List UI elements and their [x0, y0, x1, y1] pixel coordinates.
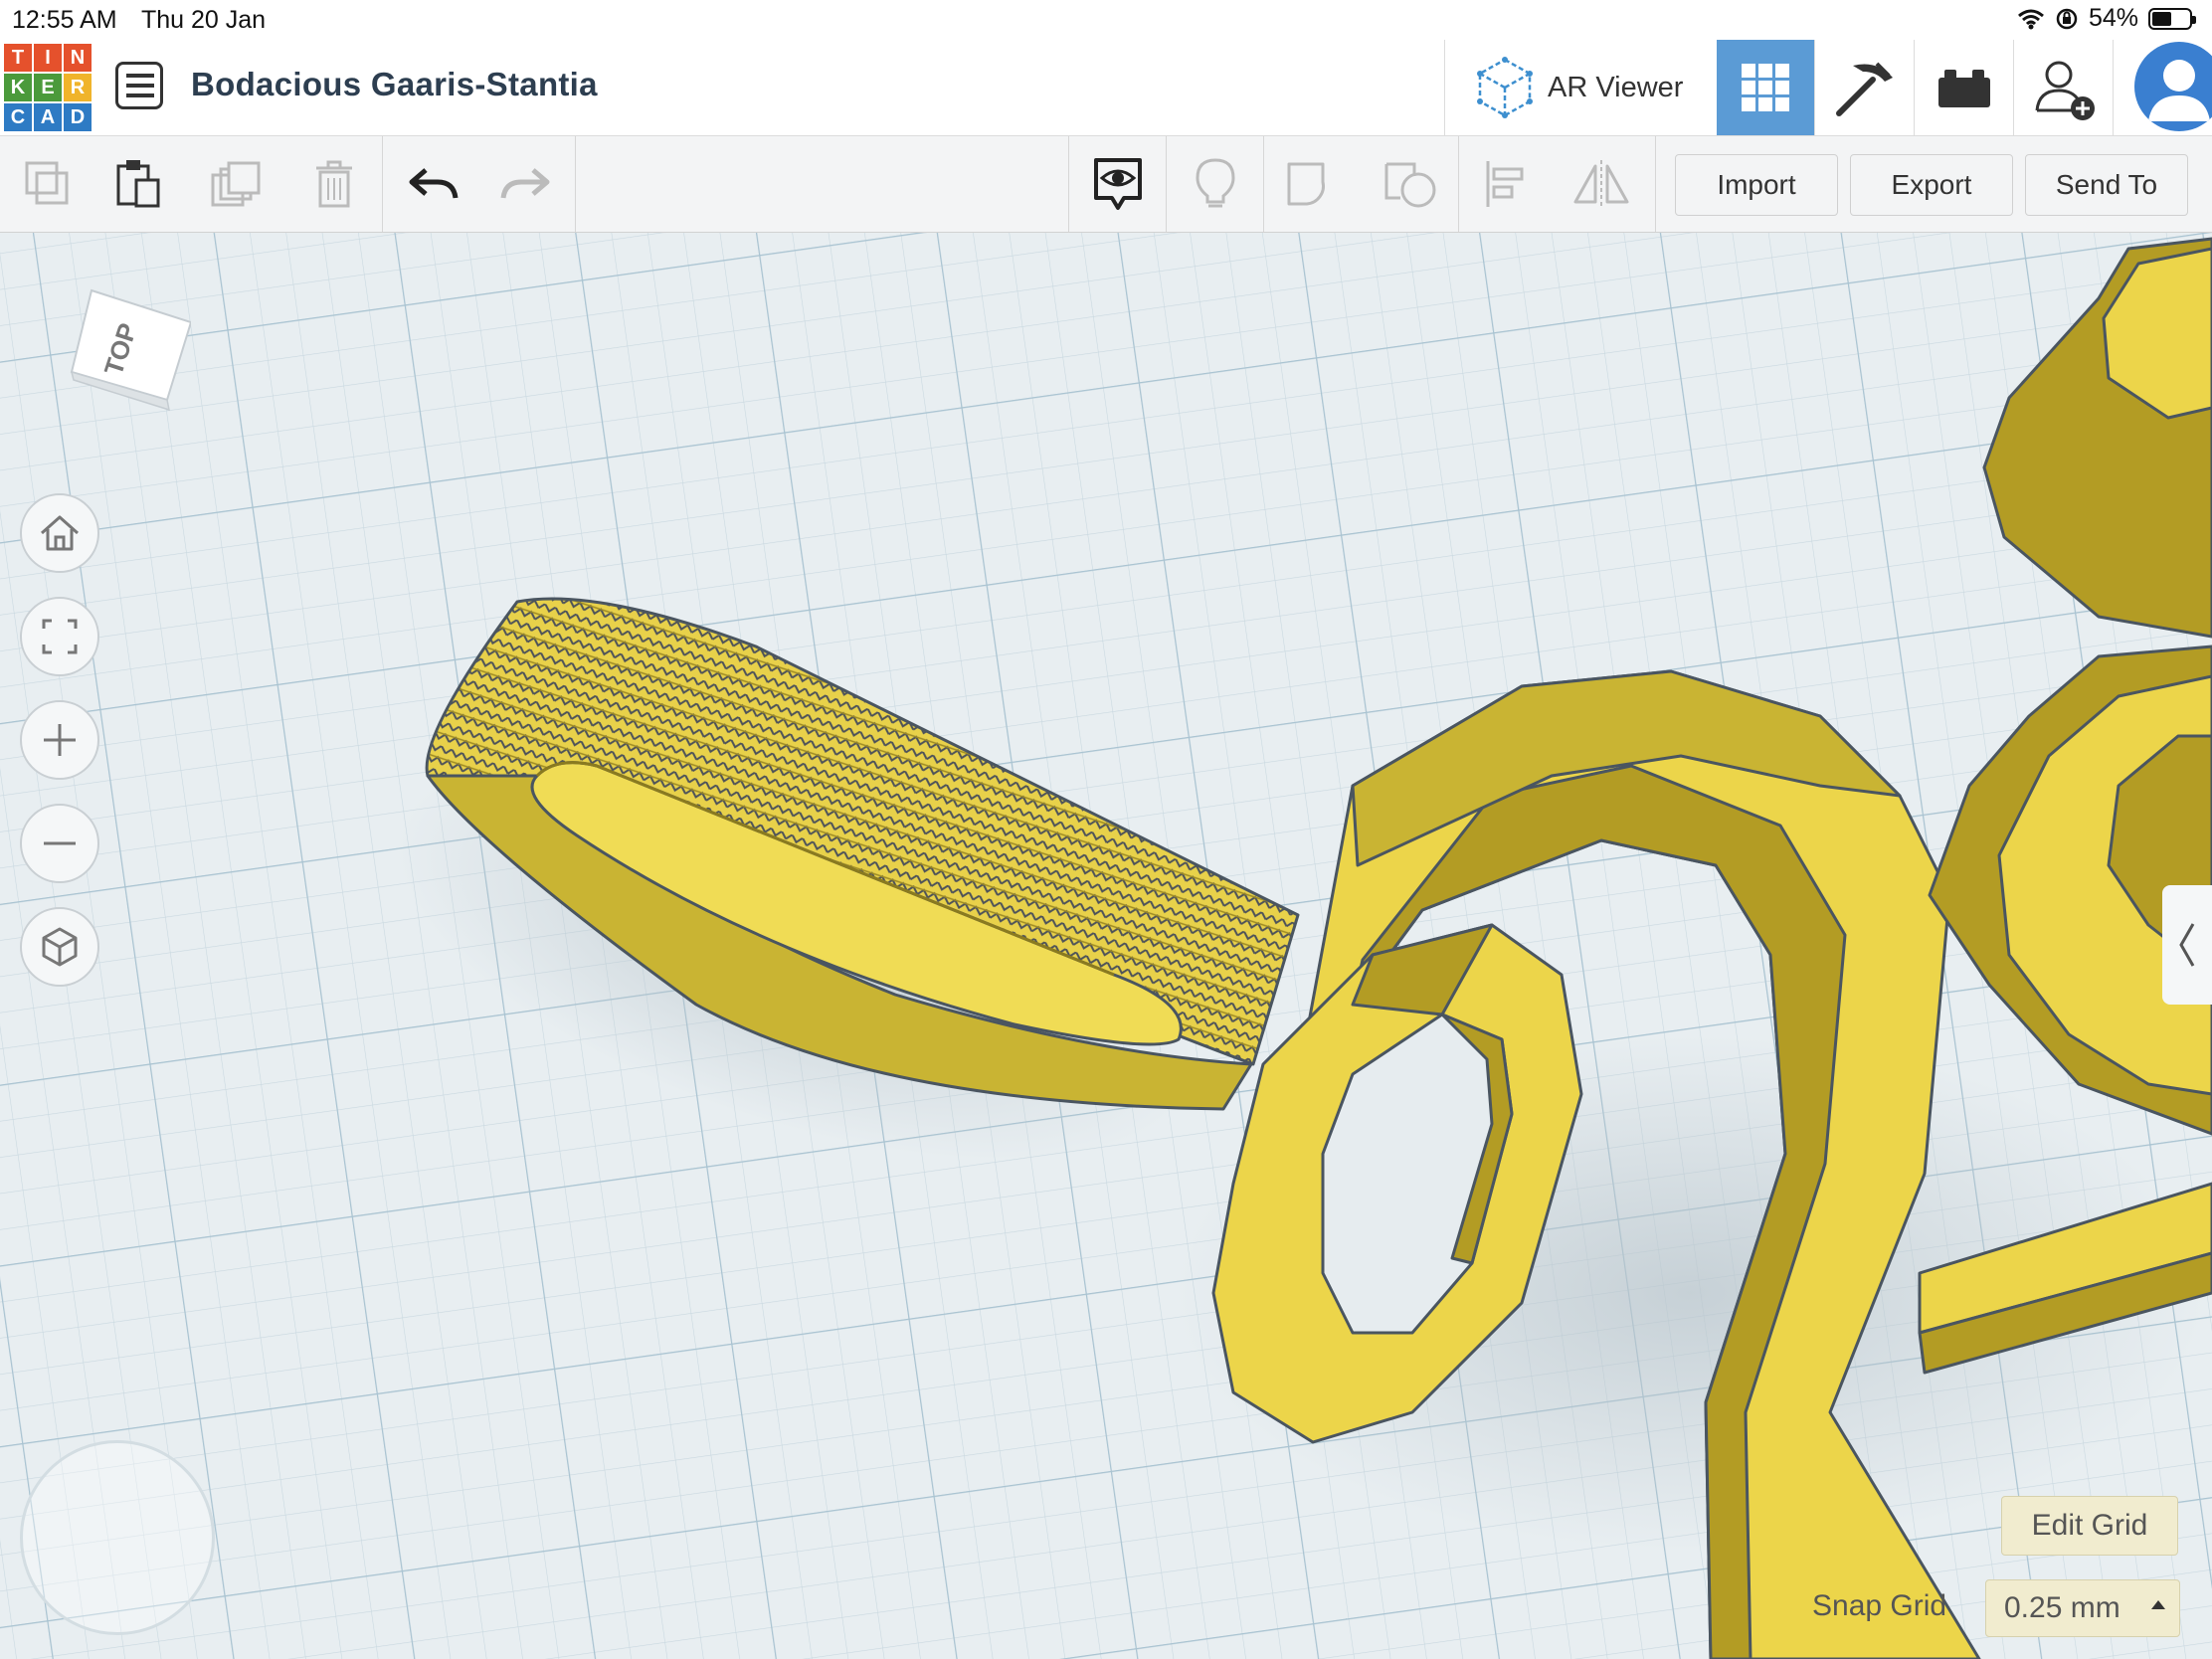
zoom-in-button[interactable]	[20, 700, 99, 780]
export-button[interactable]: Export	[1850, 154, 2013, 216]
header-divider	[1814, 40, 1815, 135]
header-divider	[1444, 40, 1445, 135]
notes-toggle-button[interactable]	[1180, 136, 1251, 232]
ungroup-icon	[1384, 162, 1436, 208]
group-icon	[1287, 162, 1325, 206]
zoom-out-button[interactable]	[20, 804, 99, 883]
toolbar-divider	[1655, 136, 1656, 232]
logo-letter: C	[4, 103, 32, 131]
pickaxe-icon	[1836, 62, 1893, 116]
align-icon	[1486, 161, 1524, 207]
ar-viewer-button[interactable]: AR Viewer	[1458, 40, 1717, 135]
align-button[interactable]	[1470, 136, 1542, 232]
delete-button[interactable]	[298, 136, 370, 232]
status-right: 54%	[2017, 4, 2196, 33]
import-button[interactable]: Import	[1675, 154, 1838, 216]
redo-icon	[500, 168, 550, 199]
status-time: 12:55 AM	[12, 6, 117, 34]
edit-grid-button[interactable]: Edit Grid	[2001, 1496, 2178, 1556]
send-to-button[interactable]: Send To	[2025, 154, 2188, 216]
toolbar-divider	[382, 136, 383, 232]
fit-view-icon	[42, 619, 78, 654]
toolbar-divider	[1068, 136, 1069, 232]
grid-view-icon	[1742, 64, 1789, 111]
workplane-viewport[interactable]: TOP	[0, 233, 2212, 1659]
paste-icon	[116, 160, 160, 208]
group-button[interactable]	[1277, 136, 1349, 232]
toolbar-divider	[1458, 136, 1459, 232]
design-list-icon[interactable]	[115, 62, 163, 109]
3d-design-view-button[interactable]	[1717, 40, 1814, 135]
logo-letter: E	[34, 74, 62, 101]
show-all-icon	[1094, 158, 1142, 210]
tinkercad-logo[interactable]: TIN KER CAD	[4, 44, 92, 131]
undo-icon	[409, 168, 459, 199]
home-view-icon	[41, 515, 79, 551]
header-divider	[1914, 40, 1915, 135]
caret-up-icon	[2151, 1600, 2165, 1609]
ungroup-button[interactable]	[1375, 136, 1446, 232]
snap-grid-value: 0.25 mm	[2004, 1591, 2120, 1624]
zoom-in-icon	[44, 724, 76, 756]
view-cube[interactable]: TOP	[52, 276, 191, 416]
logo-letter: T	[4, 44, 32, 72]
mirror-icon	[1573, 160, 1629, 208]
battery-percent: 54%	[2088, 4, 2138, 32]
paste-button[interactable]	[103, 136, 175, 232]
ar-viewer-label: AR Viewer	[1548, 71, 1684, 103]
redo-button[interactable]	[489, 136, 561, 232]
status-date: Thu 20 Jan	[141, 6, 267, 34]
design-title[interactable]: Bodacious Gaaris-Stantia	[191, 66, 598, 103]
bricks-icon	[1938, 70, 1990, 107]
logo-letter: R	[64, 74, 92, 101]
zoom-out-icon	[44, 841, 76, 845]
logo-letter: D	[64, 103, 92, 131]
shapes-panel-toggle[interactable]	[2162, 885, 2212, 1005]
perspective-toggle-button[interactable]	[20, 907, 99, 987]
snap-grid-select[interactable]: 0.25 mm	[1985, 1579, 2180, 1637]
wifi-icon	[2017, 9, 2044, 29]
orientation-lock-icon	[2056, 8, 2078, 29]
snap-grid-label: Snap Grid	[1812, 1589, 1947, 1622]
notes-light-icon	[1196, 158, 1235, 208]
add-user-icon	[2035, 61, 2095, 120]
ar-cube-icon	[1477, 57, 1533, 118]
workplane-scene	[0, 233, 2212, 1659]
toolbar-divider	[575, 136, 576, 232]
fit-view-button[interactable]	[20, 597, 99, 676]
mirror-button[interactable]	[1566, 136, 1637, 232]
toolbar-divider	[1263, 136, 1264, 232]
undo-button[interactable]	[398, 136, 469, 232]
logo-letter: A	[34, 103, 62, 131]
blocks-view-button[interactable]	[1816, 40, 1914, 135]
logo-letter: N	[64, 44, 92, 72]
status-bar: 12:55 AM Thu 20 Jan 54%	[0, 0, 2212, 40]
duplicate-icon	[211, 161, 261, 207]
copy-icon	[25, 161, 69, 205]
orbit-joystick[interactable]	[20, 1440, 215, 1635]
header-divider	[2113, 40, 2114, 135]
chevron-left-icon	[2179, 923, 2195, 967]
toolbar-divider	[1166, 136, 1167, 232]
battery-icon	[2148, 7, 2196, 30]
logo-letter: I	[34, 44, 62, 72]
home-view-button[interactable]	[20, 493, 99, 573]
copy-button[interactable]	[12, 136, 84, 232]
perspective-icon	[42, 927, 78, 967]
invite-user-button[interactable]	[2015, 40, 2113, 135]
logo-letter: K	[4, 74, 32, 101]
bricks-view-button[interactable]	[1916, 40, 2013, 135]
header-divider	[2013, 40, 2014, 135]
delete-icon	[316, 160, 352, 208]
show-all-button[interactable]	[1082, 136, 1154, 232]
duplicate-button[interactable]	[201, 136, 273, 232]
